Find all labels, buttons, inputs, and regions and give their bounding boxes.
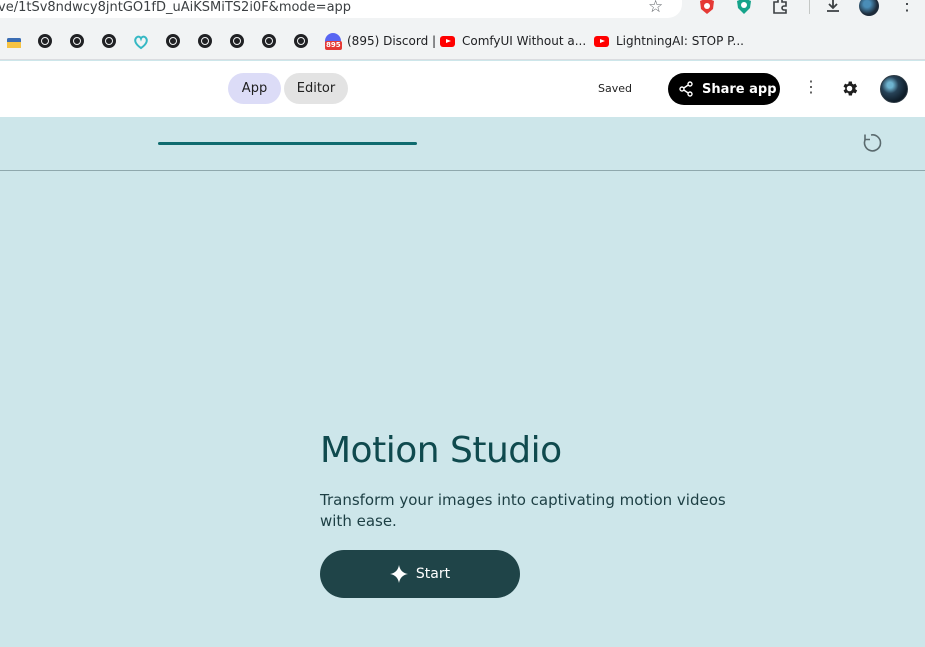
youtube-icon	[594, 35, 609, 47]
globe-icon	[294, 34, 308, 48]
bookmark-lightningai[interactable]: LightningAI: STOP P...	[594, 32, 744, 50]
progress-strip	[0, 117, 925, 171]
share-icon	[679, 81, 693, 97]
discord-icon: 895	[325, 33, 342, 50]
address-bar[interactable]: ve/1tSv8ndwcy8jntGO1fD_uAiKSMiTS2i0F&mod…	[0, 0, 682, 18]
globe-icon	[102, 34, 116, 48]
tab-app[interactable]: App	[228, 73, 281, 104]
download-icon[interactable]	[824, 0, 842, 15]
bookmark-item[interactable]	[262, 32, 276, 50]
notification-badge: 895	[325, 41, 342, 50]
youtube-icon	[440, 35, 455, 47]
share-app-button[interactable]: Share app	[668, 73, 780, 105]
globe-icon	[262, 34, 276, 48]
progress-bar	[158, 142, 417, 145]
bookmark-comfyui[interactable]: ComfyUI Without a...	[440, 32, 586, 50]
tab-editor[interactable]: Editor	[284, 73, 348, 104]
bookmark-label: LightningAI: STOP P...	[616, 34, 744, 48]
bookmark-item[interactable]	[70, 32, 84, 50]
saved-status: Saved	[598, 82, 632, 95]
bookmark-item[interactable]	[198, 32, 212, 50]
globe-icon	[198, 34, 212, 48]
extensions-puzzle-icon[interactable]	[771, 0, 789, 15]
heart-logo-icon[interactable]	[133, 33, 149, 51]
more-options-icon[interactable]: ⋮	[803, 77, 819, 97]
user-avatar[interactable]	[880, 75, 908, 103]
profile-avatar[interactable]	[859, 0, 879, 16]
bookmark-item[interactable]	[166, 32, 180, 50]
start-button[interactable]: Start	[320, 550, 520, 598]
globe-icon	[70, 34, 84, 48]
bookmark-item[interactable]	[230, 32, 244, 50]
shield-extension-icon[interactable]	[735, 0, 753, 15]
adblock-extension-icon[interactable]	[698, 0, 716, 15]
restart-icon[interactable]	[859, 131, 883, 155]
start-label: Start	[415, 566, 451, 582]
bookmark-label: (895) Discord |	[347, 34, 437, 48]
globe-icon	[230, 34, 244, 48]
globe-icon	[38, 34, 52, 48]
url-text: ve/1tSv8ndwcy8jntGO1fD_uAiKSMiTS2i0F&mod…	[0, 0, 352, 15]
bookmarks-bar: 895 (895) Discord | ComfyUI Without a...…	[0, 22, 925, 60]
chrome-menu-icon[interactable]: ⋮	[898, 0, 916, 15]
page-subtitle: Transform your images into captivating m…	[320, 491, 726, 530]
app-header: App Editor Saved Share app ⋮	[0, 61, 925, 117]
bookmark-star-icon[interactable]: ☆	[648, 0, 663, 17]
browser-toolbar: ve/1tSv8ndwcy8jntGO1fD_uAiKSMiTS2i0F&mod…	[0, 0, 925, 22]
bookmark-item[interactable]	[294, 32, 308, 50]
toolbar-separator	[809, 0, 810, 14]
globe-icon	[166, 34, 180, 48]
bookmark-discord[interactable]: 895 (895) Discord |	[325, 32, 436, 50]
sparkle-icon	[389, 565, 408, 583]
page-title: Motion Studio	[320, 430, 562, 471]
bookmark-label: ComfyUI Without a...	[462, 34, 587, 48]
settings-gear-icon[interactable]	[840, 79, 859, 98]
share-app-label: Share app	[702, 81, 777, 97]
folder-icon[interactable]	[6, 33, 22, 51]
bookmark-item[interactable]	[38, 32, 52, 50]
bookmark-item[interactable]	[102, 32, 116, 50]
